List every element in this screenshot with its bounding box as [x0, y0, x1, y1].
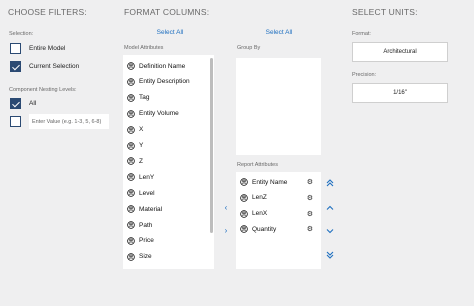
- attribute-icon: [127, 78, 135, 86]
- precision-select[interactable]: 1/16": [352, 83, 448, 103]
- report-attributes-label: Report Attributes: [237, 162, 278, 168]
- model-attribute-item-label: Price: [139, 237, 154, 245]
- gear-icon[interactable]: ⚙: [307, 194, 313, 202]
- model-attribute-item-label: Level: [139, 189, 155, 197]
- model-attribute-item[interactable]: Material: [127, 203, 210, 215]
- model-attribute-item[interactable]: Price: [127, 235, 210, 247]
- filters-title: CHOOSE FILTERS:: [8, 7, 87, 17]
- model-attribute-item-label: Tag: [139, 94, 150, 102]
- attribute-icon: [240, 194, 248, 202]
- report-attribute-item[interactable]: Quantity ⚙: [240, 223, 317, 235]
- model-attributes-label: Model Attributes: [124, 45, 164, 51]
- group-by-label: Group By: [237, 45, 261, 51]
- attribute-icon: [127, 94, 135, 102]
- model-attribute-item[interactable]: Entity Description: [127, 76, 210, 88]
- report-attribute-item-label: Quantity: [252, 225, 277, 233]
- model-attribute-item-label: Size: [139, 253, 152, 261]
- format-title: FORMAT COLUMNS:: [124, 7, 210, 17]
- attribute-icon: [127, 157, 135, 166]
- report-attribute-item-label: LenZ: [252, 194, 267, 202]
- entire-model-checkbox[interactable]: [10, 43, 21, 54]
- attribute-icon: [127, 173, 135, 182]
- format-select[interactable]: Architectural: [352, 42, 448, 62]
- model-attribute-item-label: X: [139, 126, 144, 134]
- nesting-all-label: All: [29, 100, 37, 107]
- attribute-icon: [240, 178, 248, 186]
- select-all-model-link[interactable]: Select All: [145, 29, 195, 36]
- report-attribute-item-label: Entity Name: [252, 178, 288, 186]
- model-attributes-list[interactable]: Definition Name Entity Description Tag Enti…: [123, 55, 214, 269]
- attribute-icon: [127, 62, 135, 70]
- model-attribute-item[interactable]: Path: [127, 219, 210, 231]
- model-list-scrollbar[interactable]: [210, 58, 213, 233]
- model-attribute-item[interactable]: Tag: [127, 92, 210, 104]
- current-selection-checkbox[interactable]: [10, 61, 21, 72]
- current-selection-label: Current Selection: [29, 63, 80, 70]
- attribute-icon: [240, 225, 248, 234]
- model-attribute-item-label: Entity Description: [139, 78, 190, 86]
- gear-icon[interactable]: ⚙: [307, 225, 313, 233]
- report-attributes-list[interactable]: Entity Name ⚙ LenZ ⚙ LenX ⚙ Quantity ⚙: [236, 172, 321, 269]
- nesting-value-checkbox[interactable]: [10, 116, 21, 127]
- model-attribute-item-label: Y: [139, 142, 144, 149]
- attribute-icon: [127, 205, 135, 213]
- model-attribute-item-label: LenY: [139, 173, 155, 181]
- model-attribute-item-label: Entity Volume: [139, 110, 179, 118]
- model-attribute-item-label: Material: [139, 205, 163, 213]
- chevron-down-icon[interactable]: [325, 227, 335, 237]
- attribute-icon: [127, 125, 135, 134]
- double-chevron-down-icon[interactable]: [325, 251, 335, 261]
- model-attribute-item[interactable]: Y: [127, 140, 210, 152]
- nesting-levels-label: Component Nesting Levels:: [9, 87, 77, 93]
- chevron-up-icon[interactable]: [325, 204, 335, 214]
- nesting-value-placeholder: Enter Value (e.g. 1-3, 5, 6-8): [32, 119, 102, 125]
- model-attribute-item[interactable]: Z: [127, 155, 210, 167]
- attribute-icon: [240, 209, 248, 218]
- chevron-left-icon[interactable]: ‹: [221, 204, 231, 212]
- nesting-value-input[interactable]: Enter Value (e.g. 1-3, 5, 6-8): [29, 114, 109, 129]
- attribute-icon: [127, 237, 135, 245]
- model-attribute-item[interactable]: Entity Volume: [127, 108, 210, 120]
- selection-label: Selection:: [9, 31, 34, 37]
- report-attribute-item-label: LenX: [252, 210, 268, 218]
- format-label: Format:: [352, 31, 371, 37]
- report-attribute-item[interactable]: LenX ⚙: [240, 208, 317, 220]
- model-attribute-item[interactable]: X: [127, 124, 210, 136]
- chevron-right-icon[interactable]: ›: [221, 227, 231, 235]
- attribute-icon: [127, 221, 135, 229]
- nesting-all-checkbox[interactable]: [10, 98, 21, 109]
- model-attribute-item[interactable]: Definition Name: [127, 60, 210, 72]
- entire-model-label: Entire Model: [29, 45, 66, 52]
- gear-icon[interactable]: ⚙: [307, 178, 313, 186]
- attribute-icon: [127, 141, 135, 150]
- double-chevron-up-icon[interactable]: [325, 179, 335, 189]
- model-attribute-item[interactable]: LenY: [127, 171, 210, 183]
- attribute-icon: [127, 109, 135, 118]
- model-attribute-item[interactable]: Size: [127, 251, 210, 263]
- gear-icon[interactable]: ⚙: [307, 210, 313, 218]
- attribute-icon: [127, 189, 135, 197]
- report-attribute-item[interactable]: Entity Name ⚙: [240, 176, 317, 188]
- group-by-panel[interactable]: [236, 58, 321, 155]
- select-all-report-link[interactable]: Select All: [254, 29, 304, 36]
- report-attribute-item[interactable]: LenZ ⚙: [240, 192, 317, 204]
- units-title: SELECT UNITS:: [352, 7, 418, 17]
- attribute-icon: [127, 253, 135, 261]
- model-attribute-item-label: Path: [139, 221, 153, 229]
- precision-label: Precision:: [352, 72, 377, 78]
- model-attribute-item[interactable]: Level: [127, 187, 210, 199]
- model-attribute-item-label: Definition Name: [139, 62, 186, 70]
- model-attribute-item-label: Z: [139, 157, 143, 165]
